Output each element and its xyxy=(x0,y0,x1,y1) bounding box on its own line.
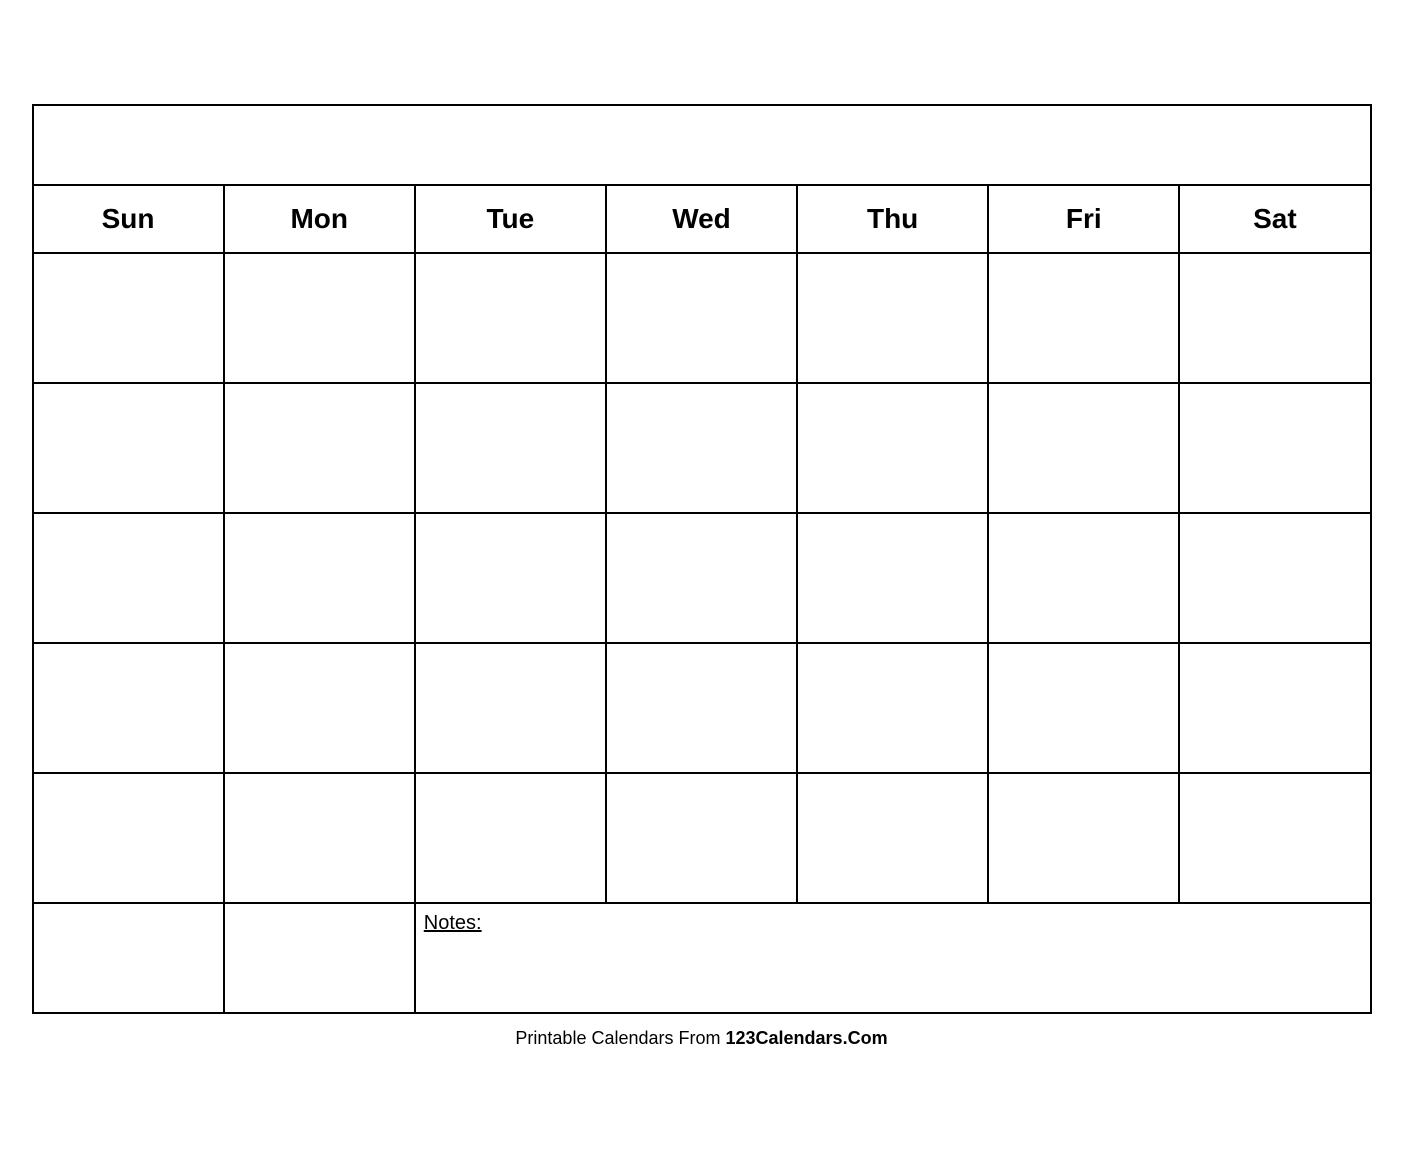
day-cell[interactable] xyxy=(33,773,224,903)
notes-day-mon[interactable] xyxy=(224,903,415,1013)
day-cell[interactable] xyxy=(606,643,797,773)
week-row-2 xyxy=(33,383,1371,513)
week-row-4 xyxy=(33,643,1371,773)
day-cell[interactable] xyxy=(415,773,606,903)
day-cell[interactable] xyxy=(797,513,988,643)
day-cell[interactable] xyxy=(797,383,988,513)
notes-day-sun[interactable] xyxy=(33,903,224,1013)
header-sat: Sat xyxy=(1179,185,1370,253)
day-cell[interactable] xyxy=(224,253,415,383)
day-cell[interactable] xyxy=(988,383,1179,513)
header-mon: Mon xyxy=(224,185,415,253)
day-cell[interactable] xyxy=(1179,253,1370,383)
calendar-table: Sun Mon Tue Wed Thu Fri Sat xyxy=(32,104,1372,1014)
header-fri: Fri xyxy=(988,185,1179,253)
day-cell[interactable] xyxy=(988,253,1179,383)
calendar-container: Sun Mon Tue Wed Thu Fri Sat xyxy=(32,104,1372,1049)
day-cell[interactable] xyxy=(988,773,1179,903)
day-cell[interactable] xyxy=(1179,513,1370,643)
day-cell[interactable] xyxy=(33,643,224,773)
footer: Printable Calendars From 123Calendars.Co… xyxy=(32,1028,1372,1049)
day-cell[interactable] xyxy=(606,383,797,513)
header-wed: Wed xyxy=(606,185,797,253)
day-cell[interactable] xyxy=(606,513,797,643)
week-row-1 xyxy=(33,253,1371,383)
day-cell[interactable] xyxy=(224,383,415,513)
header-thu: Thu xyxy=(797,185,988,253)
day-cell[interactable] xyxy=(415,383,606,513)
title-row xyxy=(33,105,1371,185)
day-cell[interactable] xyxy=(1179,383,1370,513)
day-cell[interactable] xyxy=(224,513,415,643)
day-cell[interactable] xyxy=(797,643,988,773)
day-cell[interactable] xyxy=(33,253,224,383)
day-cell[interactable] xyxy=(224,643,415,773)
day-cell[interactable] xyxy=(606,773,797,903)
notes-row: Notes: xyxy=(33,903,1371,1013)
day-cell[interactable] xyxy=(797,253,988,383)
day-cell[interactable] xyxy=(606,253,797,383)
notes-label: Notes: xyxy=(424,912,482,934)
header-row: Sun Mon Tue Wed Thu Fri Sat xyxy=(33,185,1371,253)
day-cell[interactable] xyxy=(1179,773,1370,903)
notes-section[interactable]: Notes: xyxy=(415,903,1371,1013)
day-cell[interactable] xyxy=(988,513,1179,643)
day-cell[interactable] xyxy=(415,253,606,383)
header-sun: Sun xyxy=(33,185,224,253)
week-row-5 xyxy=(33,773,1371,903)
day-cell[interactable] xyxy=(797,773,988,903)
footer-text-normal: Printable Calendars From xyxy=(515,1028,725,1048)
footer-text-bold: 123Calendars.Com xyxy=(726,1028,888,1048)
day-cell[interactable] xyxy=(33,513,224,643)
day-cell[interactable] xyxy=(415,513,606,643)
week-row-3 xyxy=(33,513,1371,643)
day-cell[interactable] xyxy=(988,643,1179,773)
day-cell[interactable] xyxy=(1179,643,1370,773)
day-cell[interactable] xyxy=(224,773,415,903)
day-cell[interactable] xyxy=(33,383,224,513)
header-tue: Tue xyxy=(415,185,606,253)
day-cell[interactable] xyxy=(415,643,606,773)
calendar-title xyxy=(33,105,1371,185)
